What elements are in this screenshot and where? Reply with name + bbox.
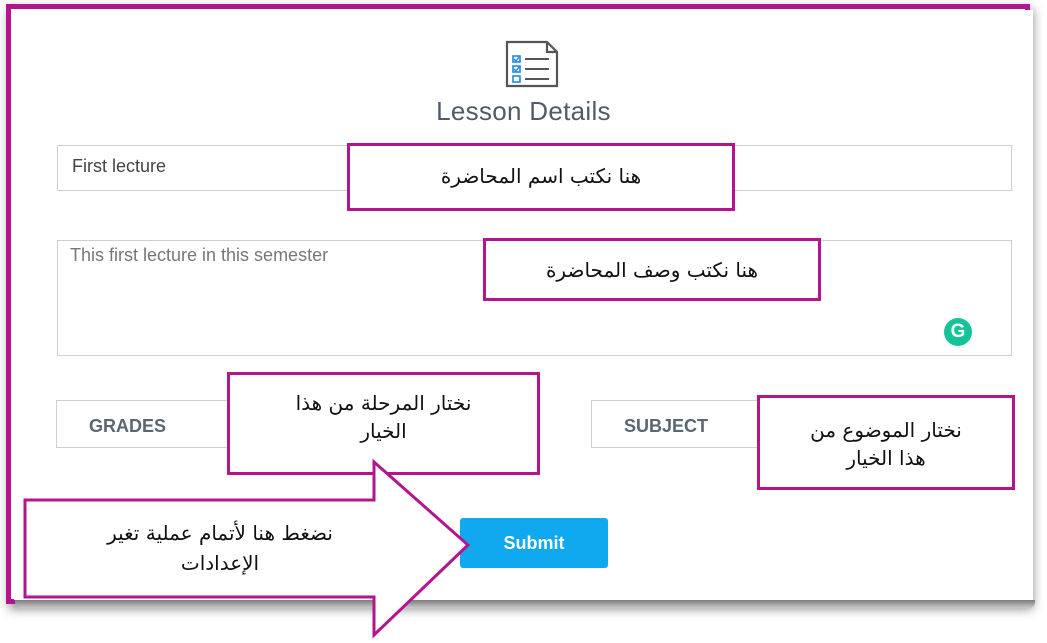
callout-submit-line1: نضغط هنا لأتمام عملية تغير [107, 521, 333, 545]
callout-submit: نضغط هنا لأتمام عملية تغير الإعدادات [55, 518, 385, 578]
callout-submit-line2: الإعدادات [180, 551, 260, 575]
